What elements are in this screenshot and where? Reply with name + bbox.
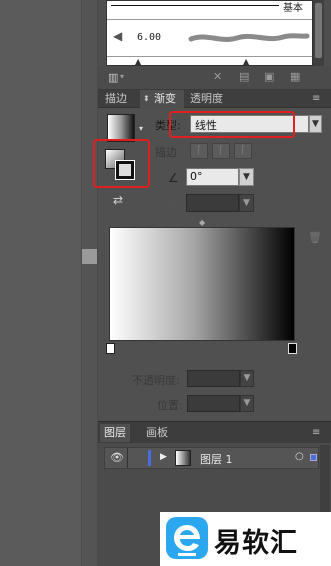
aspect-ratio-icon: ◎ bbox=[166, 196, 176, 209]
stroke-across-button[interactable]: ⌈ bbox=[234, 143, 252, 159]
opacity-dropdown-button[interactable]: ▼ bbox=[240, 370, 254, 387]
remove-stroke-icon[interactable]: ✕ bbox=[213, 70, 222, 83]
reverse-gradient-icon[interactable]: ⇄ bbox=[113, 193, 123, 207]
tab-transparency[interactable]: 透明度 bbox=[186, 90, 227, 108]
angle-value: 0° bbox=[190, 170, 203, 183]
stroke-along-button[interactable]: ⌈ bbox=[212, 143, 230, 159]
brush-stroke-preview[interactable] bbox=[187, 27, 312, 49]
highlight-fill-stroke bbox=[93, 139, 150, 188]
angle-input[interactable]: 0° bbox=[186, 168, 239, 186]
watermark-logo bbox=[166, 517, 208, 559]
brush-list: 基本 ◀ 6.00 ▲ ▲ bbox=[106, 0, 313, 66]
brush-separator bbox=[107, 19, 312, 20]
canvas-area bbox=[0, 0, 81, 566]
row-separator bbox=[127, 448, 128, 468]
layers-tabs: 图层 画板 ≡ bbox=[98, 421, 331, 443]
layer-row[interactable]: 👁 ▶ 图层 1 ○ bbox=[104, 447, 319, 469]
trash-icon[interactable]: 🗑 bbox=[308, 231, 322, 244]
layer-name: 图层 1 bbox=[200, 453, 233, 466]
chevron-down-icon[interactable]: ▾ bbox=[120, 72, 124, 81]
brush-library-icon[interactable]: ▥ bbox=[108, 71, 118, 84]
aspect-dropdown-button[interactable]: ▼ bbox=[239, 194, 254, 212]
position-input[interactable] bbox=[187, 395, 240, 412]
divider-handle[interactable] bbox=[82, 249, 97, 264]
tab-gradient[interactable]: ⬍ 渐变 bbox=[140, 90, 184, 108]
gradient-slider[interactable] bbox=[109, 227, 295, 341]
brush-scroll-thumb[interactable] bbox=[315, 3, 322, 58]
tab-artboards[interactable]: 画板 bbox=[142, 424, 172, 442]
target-circle-icon[interactable]: ○ bbox=[295, 451, 304, 462]
tab-gradient-label: 渐变 bbox=[154, 92, 176, 105]
angle-dropdown-button[interactable]: ▼ bbox=[239, 168, 254, 186]
brush-marker-icon-2: ▲ bbox=[243, 57, 250, 66]
position-label: 位置: bbox=[157, 399, 183, 412]
layers-menu-icon[interactable]: ≡ bbox=[312, 427, 320, 438]
options-icon[interactable]: ▤ bbox=[239, 70, 249, 83]
brush-marker-icon: ▲ bbox=[135, 57, 142, 66]
expand-triangle-icon[interactable]: ▶ bbox=[160, 452, 167, 462]
brush-toolbar: ▥ ▾ ✕ ▤ ▣ ▦ bbox=[98, 66, 331, 90]
gradient-stop-white[interactable] bbox=[106, 343, 115, 354]
panel-divider[interactable] bbox=[81, 0, 98, 566]
position-dropdown-button[interactable]: ▼ bbox=[240, 395, 254, 412]
trash-icon[interactable]: ▦ bbox=[290, 70, 300, 83]
aspect-ratio-input[interactable] bbox=[186, 194, 239, 212]
brush-size-value: 6.00 bbox=[137, 32, 162, 43]
chevron-down-icon[interactable]: ▾ bbox=[139, 124, 143, 133]
stroke-within-button[interactable]: ⌈ bbox=[190, 143, 208, 159]
watermark-logo-icon bbox=[174, 525, 200, 556]
highlight-type bbox=[169, 111, 295, 138]
brush-cap-icon: ◀ bbox=[113, 29, 123, 43]
angle-icon: ∠ bbox=[168, 171, 179, 185]
gradient-stop-black[interactable] bbox=[288, 343, 297, 354]
panel-tabs: 描边 ⬍ 渐变 透明度 ≡ bbox=[98, 90, 331, 108]
tab-arrows-icon: ⬍ bbox=[143, 94, 150, 103]
tab-layers[interactable]: 图层 bbox=[100, 424, 130, 442]
panel-menu-icon[interactable]: ≡ bbox=[312, 93, 320, 104]
visibility-eye-icon[interactable]: 👁 bbox=[110, 451, 124, 464]
opacity-input[interactable] bbox=[187, 370, 240, 387]
watermark-text: 易软汇 bbox=[214, 528, 298, 559]
layer-color-bar bbox=[148, 450, 151, 466]
gradient-swatch[interactable] bbox=[107, 114, 135, 142]
midpoint-diamond-icon[interactable]: ◆ bbox=[199, 218, 205, 227]
selection-indicator[interactable] bbox=[310, 454, 317, 461]
brush-basic-label: 基本 bbox=[283, 3, 303, 14]
tab-stroke[interactable]: 描边 bbox=[101, 90, 131, 108]
opacity-label: 不透明度: bbox=[132, 374, 180, 387]
brush-stroke-basic[interactable] bbox=[111, 5, 279, 6]
stroke-label: 描边 bbox=[155, 146, 177, 159]
type-dropdown-button[interactable]: ▼ bbox=[309, 115, 322, 133]
new-brush-icon[interactable]: ▣ bbox=[264, 70, 274, 83]
layer-thumbnail bbox=[175, 450, 191, 466]
